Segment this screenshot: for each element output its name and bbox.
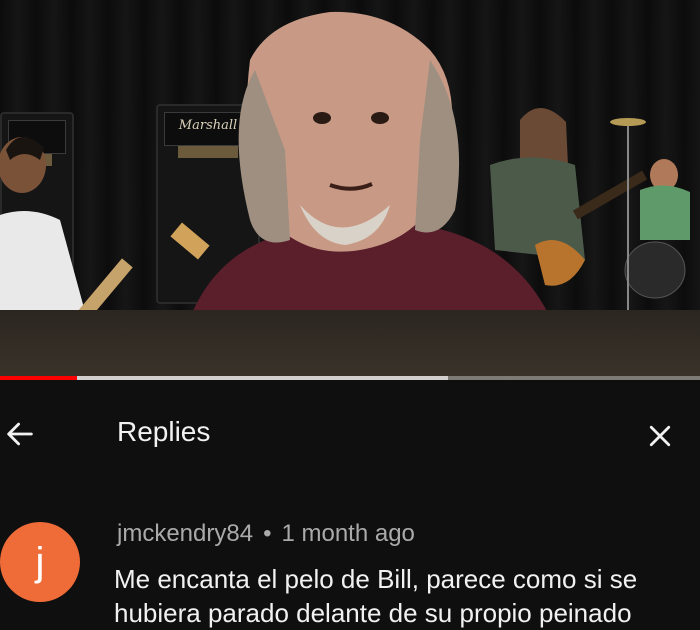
guitarist-right xyxy=(490,107,648,286)
avatar-letter: j xyxy=(35,539,45,584)
back-button[interactable] xyxy=(0,414,40,454)
close-button[interactable] xyxy=(642,418,678,454)
comment-time: 1 month ago xyxy=(281,520,415,547)
replies-header: Replies xyxy=(0,380,700,488)
comment-text: Me encanta el pelo de Bill, parece como … xyxy=(114,564,638,628)
close-icon xyxy=(649,425,671,447)
video-player[interactable]: Marshall xyxy=(0,0,700,380)
replies-panel: Replies j jmckendry84 • 1 month ago Me enc… xyxy=(0,380,700,630)
comment-meta: jmckendry84 • 1 month ago xyxy=(117,520,415,548)
arrow-left-icon xyxy=(7,422,33,446)
meta-separator: • xyxy=(263,520,272,547)
stage-floor xyxy=(0,310,700,380)
page-title: Replies xyxy=(117,416,211,447)
comment-author[interactable]: jmckendry84 xyxy=(117,520,253,547)
avatar[interactable]: j xyxy=(0,522,80,602)
